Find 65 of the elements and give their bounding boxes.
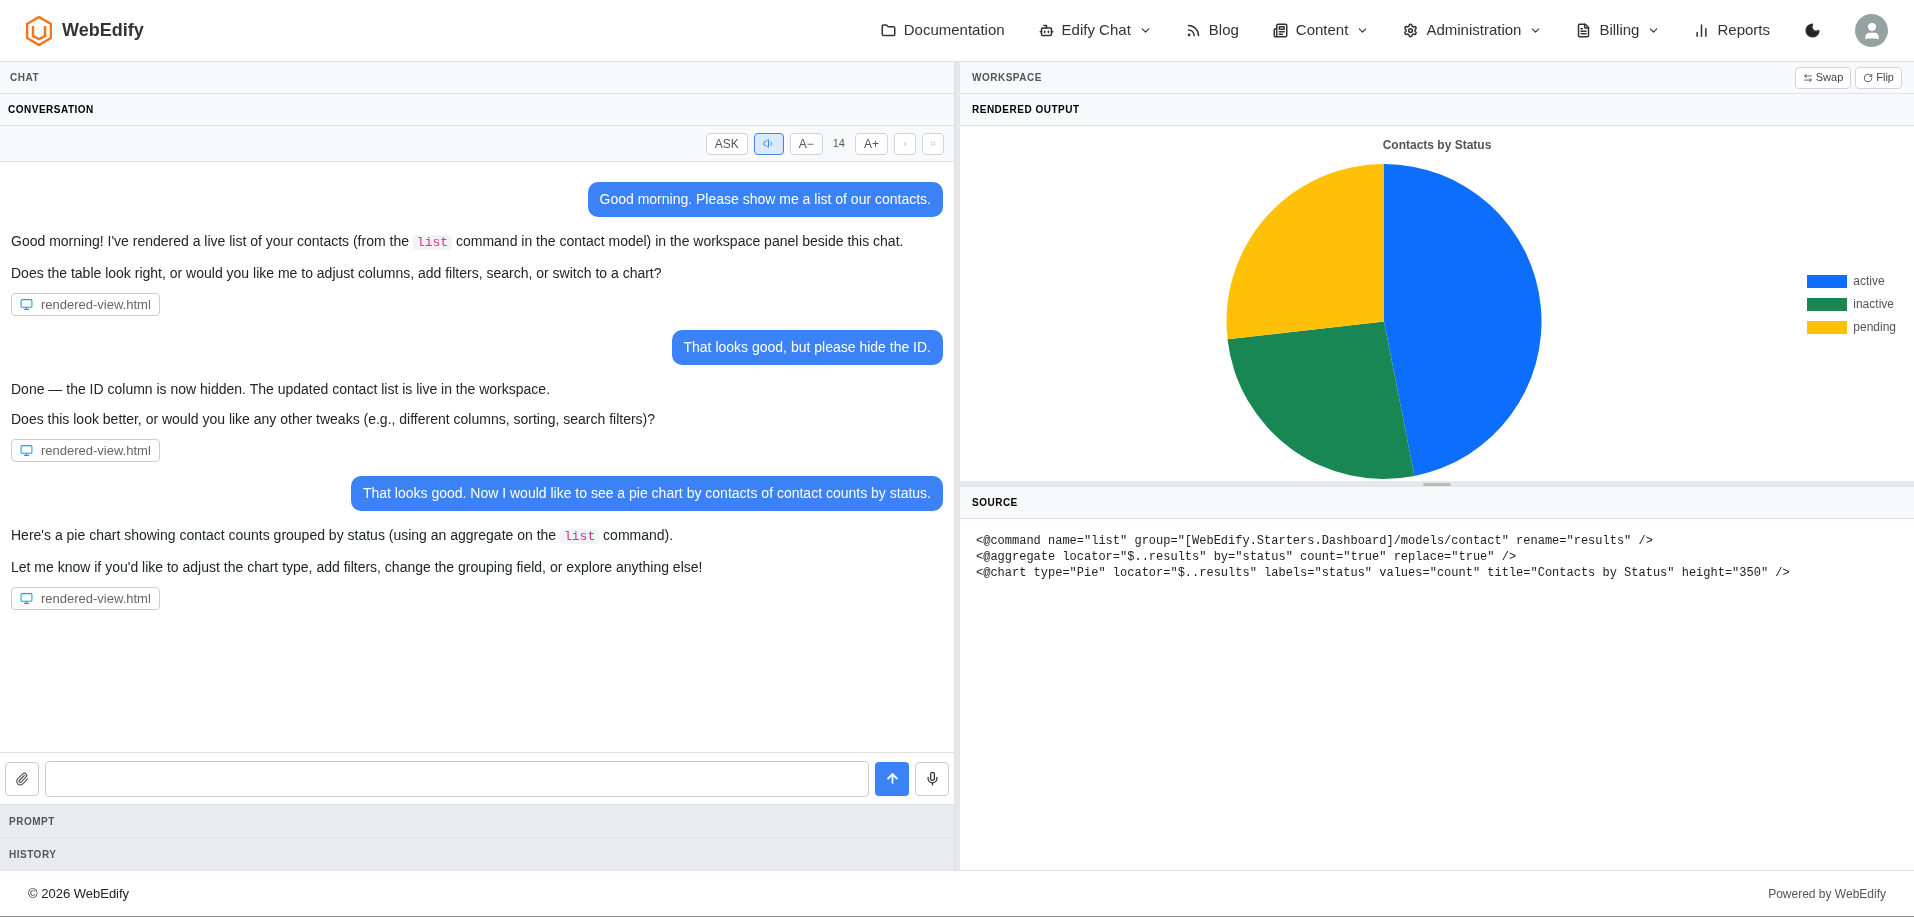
rss-icon [1185,23,1201,38]
document-icon [1576,23,1592,38]
send-button[interactable] [875,761,909,796]
nav-link[interactable]: Reports [1694,19,1770,42]
panel-button[interactable]: Flip [1855,66,1902,89]
assistant-message: Let me know if you'd like to adjust the chart type, add filters, change the grouping field, or explore anything else! [11,558,703,577]
attach-button[interactable] [5,761,39,796]
legend-label: inactive [1853,296,1894,313]
monitor-icon [20,444,33,457]
nav-link[interactable]: Content [1272,19,1370,42]
swap-icon [1802,72,1813,83]
folder-icon [880,23,896,38]
robot-icon [1038,23,1054,38]
legend-label: active [1853,273,1885,290]
assistant-message: Does the table look right, or would you like me to adjust columns, add filters, search, or switch to a chart? [11,264,662,283]
nav-link[interactable]: Documentation [880,19,1005,42]
section-header: SOURCE [960,487,1914,519]
assistant-message: Does this look better, or would you like any other tweaks (e.g., different columns, sorting, search filters)? [11,410,656,429]
collapsed-panel-header[interactable]: HISTORY [0,837,954,870]
panel-button[interactable]: Swap [1794,66,1852,89]
toolbar-button[interactable]: A+ [855,132,888,155]
toolbar-button[interactable]: ASK [705,132,748,155]
settings-icon [1403,23,1419,38]
paperclip-icon [15,771,29,786]
copyright-text: © 2026 WebEdify [28,884,130,903]
brand-name[interactable]: WebEdify [62,17,144,44]
message-input[interactable] [45,760,869,797]
font-size-value: 14 [831,136,846,152]
bar-chart-icon [1694,23,1710,38]
attachment-link[interactable]: rendered-view.html [11,293,160,316]
nav-link[interactable]: Edify Chat [1038,19,1152,42]
attachment-link[interactable]: rendered-view.html [11,439,160,462]
rotate-icon [1863,72,1874,83]
dark-mode-icon[interactable] [1804,22,1821,39]
chart-title: Contacts by Status [1382,137,1492,154]
legend-label: pending [1853,319,1896,336]
monitor-icon [20,592,33,605]
speaker-button[interactable] [753,132,784,155]
monitor-icon [20,298,33,311]
source-code-line: <@command name="list" group="[WebEdify.Starters.Dashboard]/models/contact" rename="results" /> [976,533,1654,549]
source-code-line: <@aggregate locator="$..results" by="status" count="true" replace="true" /> [976,549,1518,565]
section-header: RENDERED OUTPUT [960,94,1914,126]
avatar[interactable] [1855,14,1888,47]
newspaper-icon [1272,23,1288,38]
collapsed-panel-header[interactable]: PROMPT [0,804,954,837]
powered-by-text: Powered by WebEdify [1768,885,1886,903]
panel-header: CHAT [0,62,954,94]
user-message: That looks good, but please hide the ID. [671,330,943,365]
nav-link[interactable]: Administration [1403,19,1543,42]
toolbar-button[interactable]: A− [789,132,823,155]
logo-icon [26,15,52,46]
user-message: Good morning. Please show me a list of our contacts. [587,182,943,217]
panel-header: WORKSPACE [972,71,1042,85]
assistant-message: Good morning! I've rendered a live list of your contacts (from the list command in the contact model) in the workspace panel beside this chat. [11,232,904,252]
source-code-line: <@chart type="Pie" locator="$..results" labels="status" values="count" title="Contacts by Status" height="350" /> [976,565,1791,581]
speaker-icon [762,137,775,150]
assistant-message: Done — the ID column is now hidden. The updated contact list is live in the workspace. [11,380,551,399]
microphone-icon [924,771,940,786]
microphone-button[interactable] [915,761,949,796]
section-header: CONVERSATION [0,94,954,126]
attachment-link[interactable]: rendered-view.html [11,587,160,610]
user-message: That looks good. Now I would like to see a pie chart by contacts of contact counts by status. [350,476,943,511]
assistant-message: Here's a pie chart showing contact counts grouped by status (using an aggregate on the list command). [11,526,674,546]
nav-link[interactable]: Billing [1576,19,1661,42]
nav-link[interactable]: Blog [1185,19,1239,42]
